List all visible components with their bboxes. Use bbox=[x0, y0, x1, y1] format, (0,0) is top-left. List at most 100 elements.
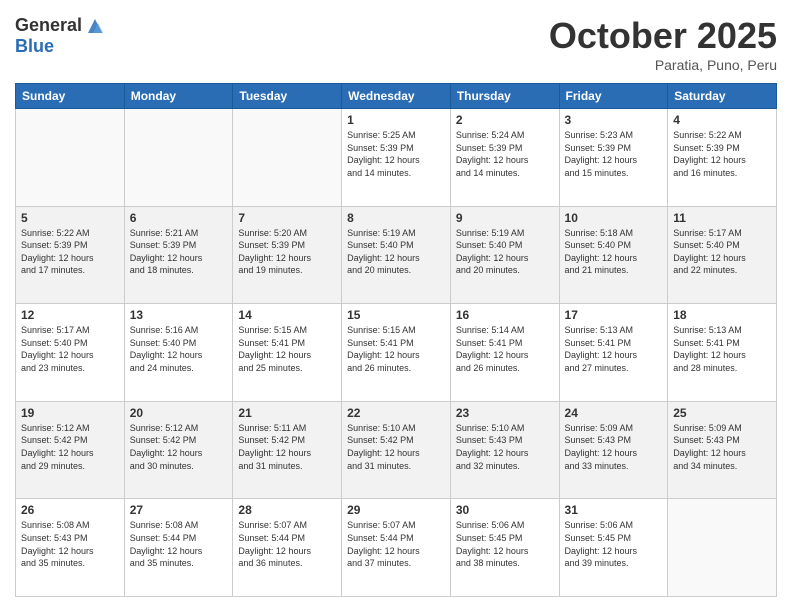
calendar-day-cell: 23 Sunrise: 5:10 AM Sunset: 5:43 PM Dayli… bbox=[450, 401, 559, 499]
logo-text: General Blue bbox=[15, 15, 106, 57]
logo-icon bbox=[84, 15, 106, 37]
day-number: 16 bbox=[456, 308, 554, 322]
day-info: Sunrise: 5:06 AM Sunset: 5:45 PM Dayligh… bbox=[565, 519, 663, 569]
logo-blue-text: Blue bbox=[15, 37, 106, 57]
day-info: Sunrise: 5:17 AM Sunset: 5:40 PM Dayligh… bbox=[673, 227, 771, 277]
calendar-day-cell: 1 Sunrise: 5:25 AM Sunset: 5:39 PM Daylig… bbox=[342, 109, 451, 207]
day-number: 2 bbox=[456, 113, 554, 127]
day-info: Sunrise: 5:13 AM Sunset: 5:41 PM Dayligh… bbox=[673, 324, 771, 374]
calendar-week-row: 12 Sunrise: 5:17 AM Sunset: 5:40 PM Dayli… bbox=[16, 304, 777, 402]
day-info: Sunrise: 5:06 AM Sunset: 5:45 PM Dayligh… bbox=[456, 519, 554, 569]
day-info: Sunrise: 5:14 AM Sunset: 5:41 PM Dayligh… bbox=[456, 324, 554, 374]
calendar-header-row: SundayMondayTuesdayWednesdayThursdayFrid… bbox=[16, 84, 777, 109]
calendar-week-row: 26Sunrise: 5:08 AM Sunset: 5:43 PM Dayli… bbox=[16, 499, 777, 597]
day-number: 1 bbox=[347, 113, 445, 127]
calendar-day-cell: 18 Sunrise: 5:13 AM Sunset: 5:41 PM Dayli… bbox=[668, 304, 777, 402]
day-of-week-header: Friday bbox=[559, 84, 668, 109]
calendar-day-cell: 7Sunrise: 5:20 AM Sunset: 5:39 PM Daylig… bbox=[233, 206, 342, 304]
day-number: 3 bbox=[565, 113, 663, 127]
calendar-day-cell bbox=[233, 109, 342, 207]
day-of-week-header: Sunday bbox=[16, 84, 125, 109]
day-number: 24 bbox=[565, 406, 663, 420]
calendar-day-cell: 22Sunrise: 5:10 AM Sunset: 5:42 PM Dayli… bbox=[342, 401, 451, 499]
day-info: Sunrise: 5:22 AM Sunset: 5:39 PM Dayligh… bbox=[21, 227, 119, 277]
day-number: 15 bbox=[347, 308, 445, 322]
day-info: Sunrise: 5:15 AM Sunset: 5:41 PM Dayligh… bbox=[238, 324, 336, 374]
day-info: Sunrise: 5:10 AM Sunset: 5:42 PM Dayligh… bbox=[347, 422, 445, 472]
calendar-day-cell: 10 Sunrise: 5:18 AM Sunset: 5:40 PM Dayli… bbox=[559, 206, 668, 304]
day-of-week-header: Monday bbox=[124, 84, 233, 109]
calendar-day-cell: 15 Sunrise: 5:15 AM Sunset: 5:41 PM Dayli… bbox=[342, 304, 451, 402]
day-info: Sunrise: 5:21 AM Sunset: 5:39 PM Dayligh… bbox=[130, 227, 228, 277]
day-info: Sunrise: 5:18 AM Sunset: 5:40 PM Dayligh… bbox=[565, 227, 663, 277]
calendar-day-cell: 14 Sunrise: 5:15 AM Sunset: 5:41 PM Dayli… bbox=[233, 304, 342, 402]
calendar-day-cell: 2 Sunrise: 5:24 AM Sunset: 5:39 PM Daylig… bbox=[450, 109, 559, 207]
day-info: Sunrise: 5:15 AM Sunset: 5:41 PM Dayligh… bbox=[347, 324, 445, 374]
day-of-week-header: Wednesday bbox=[342, 84, 451, 109]
calendar-day-cell: 5 Sunrise: 5:22 AM Sunset: 5:39 PM Daylig… bbox=[16, 206, 125, 304]
calendar-day-cell bbox=[668, 499, 777, 597]
day-number: 19 bbox=[21, 406, 119, 420]
day-number: 18 bbox=[673, 308, 771, 322]
day-number: 29 bbox=[347, 503, 445, 517]
page: General Blue October 2025 Paratia, Puno,… bbox=[0, 0, 792, 612]
day-of-week-header: Thursday bbox=[450, 84, 559, 109]
day-number: 25 bbox=[673, 406, 771, 420]
calendar-day-cell: 29 Sunrise: 5:07 AM Sunset: 5:44 PM Dayli… bbox=[342, 499, 451, 597]
title-block: October 2025 Paratia, Puno, Peru bbox=[549, 15, 777, 73]
calendar-day-cell bbox=[124, 109, 233, 207]
day-info: Sunrise: 5:07 AM Sunset: 5:44 PM Dayligh… bbox=[238, 519, 336, 569]
calendar-table: SundayMondayTuesdayWednesdayThursdayFrid… bbox=[15, 83, 777, 597]
day-info: Sunrise: 5:19 AM Sunset: 5:40 PM Dayligh… bbox=[347, 227, 445, 277]
day-number: 5 bbox=[21, 211, 119, 225]
day-number: 13 bbox=[130, 308, 228, 322]
day-number: 12 bbox=[21, 308, 119, 322]
day-number: 21 bbox=[238, 406, 336, 420]
day-info: Sunrise: 5:12 AM Sunset: 5:42 PM Dayligh… bbox=[21, 422, 119, 472]
day-number: 27 bbox=[130, 503, 228, 517]
day-info: Sunrise: 5:25 AM Sunset: 5:39 PM Dayligh… bbox=[347, 129, 445, 179]
calendar-day-cell: 26Sunrise: 5:08 AM Sunset: 5:43 PM Dayli… bbox=[16, 499, 125, 597]
day-number: 28 bbox=[238, 503, 336, 517]
day-info: Sunrise: 5:12 AM Sunset: 5:42 PM Dayligh… bbox=[130, 422, 228, 472]
day-info: Sunrise: 5:19 AM Sunset: 5:40 PM Dayligh… bbox=[456, 227, 554, 277]
calendar-day-cell: 11Sunrise: 5:17 AM Sunset: 5:40 PM Dayli… bbox=[668, 206, 777, 304]
day-info: Sunrise: 5:24 AM Sunset: 5:39 PM Dayligh… bbox=[456, 129, 554, 179]
subtitle: Paratia, Puno, Peru bbox=[549, 57, 777, 73]
day-number: 14 bbox=[238, 308, 336, 322]
day-of-week-header: Saturday bbox=[668, 84, 777, 109]
calendar-day-cell: 6Sunrise: 5:21 AM Sunset: 5:39 PM Daylig… bbox=[124, 206, 233, 304]
month-title: October 2025 bbox=[549, 15, 777, 57]
calendar-week-row: 19 Sunrise: 5:12 AM Sunset: 5:42 PM Dayli… bbox=[16, 401, 777, 499]
calendar-day-cell: 8 Sunrise: 5:19 AM Sunset: 5:40 PM Daylig… bbox=[342, 206, 451, 304]
calendar-day-cell: 25 Sunrise: 5:09 AM Sunset: 5:43 PM Dayli… bbox=[668, 401, 777, 499]
day-number: 10 bbox=[565, 211, 663, 225]
calendar-day-cell: 28 Sunrise: 5:07 AM Sunset: 5:44 PM Dayli… bbox=[233, 499, 342, 597]
calendar-day-cell: 4 Sunrise: 5:22 AM Sunset: 5:39 PM Daylig… bbox=[668, 109, 777, 207]
day-info: Sunrise: 5:10 AM Sunset: 5:43 PM Dayligh… bbox=[456, 422, 554, 472]
day-info: Sunrise: 5:07 AM Sunset: 5:44 PM Dayligh… bbox=[347, 519, 445, 569]
day-info: Sunrise: 5:22 AM Sunset: 5:39 PM Dayligh… bbox=[673, 129, 771, 179]
calendar-day-cell: 12 Sunrise: 5:17 AM Sunset: 5:40 PM Dayli… bbox=[16, 304, 125, 402]
calendar-day-cell: 27 Sunrise: 5:08 AM Sunset: 5:44 PM Dayli… bbox=[124, 499, 233, 597]
day-info: Sunrise: 5:08 AM Sunset: 5:44 PM Dayligh… bbox=[130, 519, 228, 569]
day-info: Sunrise: 5:09 AM Sunset: 5:43 PM Dayligh… bbox=[673, 422, 771, 472]
logo-general-text: General bbox=[15, 16, 82, 36]
day-info: Sunrise: 5:11 AM Sunset: 5:42 PM Dayligh… bbox=[238, 422, 336, 472]
calendar-week-row: 1 Sunrise: 5:25 AM Sunset: 5:39 PM Daylig… bbox=[16, 109, 777, 207]
day-info: Sunrise: 5:17 AM Sunset: 5:40 PM Dayligh… bbox=[21, 324, 119, 374]
day-info: Sunrise: 5:23 AM Sunset: 5:39 PM Dayligh… bbox=[565, 129, 663, 179]
day-number: 23 bbox=[456, 406, 554, 420]
calendar-day-cell: 20 Sunrise: 5:12 AM Sunset: 5:42 PM Dayli… bbox=[124, 401, 233, 499]
day-number: 20 bbox=[130, 406, 228, 420]
calendar-day-cell: 21 Sunrise: 5:11 AM Sunset: 5:42 PM Dayli… bbox=[233, 401, 342, 499]
calendar-day-cell: 13Sunrise: 5:16 AM Sunset: 5:40 PM Dayli… bbox=[124, 304, 233, 402]
day-info: Sunrise: 5:09 AM Sunset: 5:43 PM Dayligh… bbox=[565, 422, 663, 472]
calendar-day-cell: 9Sunrise: 5:19 AM Sunset: 5:40 PM Daylig… bbox=[450, 206, 559, 304]
calendar-day-cell bbox=[16, 109, 125, 207]
day-number: 8 bbox=[347, 211, 445, 225]
day-info: Sunrise: 5:08 AM Sunset: 5:43 PM Dayligh… bbox=[21, 519, 119, 569]
logo: General Blue bbox=[15, 15, 106, 57]
calendar-day-cell: 24 Sunrise: 5:09 AM Sunset: 5:43 PM Dayli… bbox=[559, 401, 668, 499]
day-number: 4 bbox=[673, 113, 771, 127]
